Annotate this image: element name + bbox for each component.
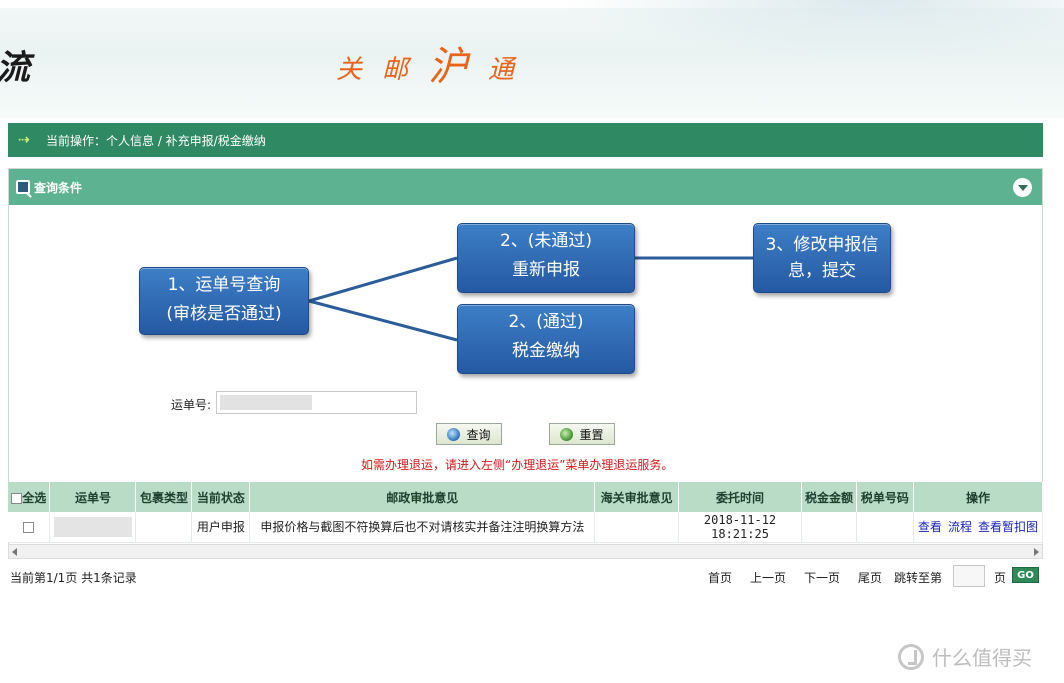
flow-step-2-rejected: 2、(未通过) 重新申报 <box>457 223 635 293</box>
flow-step-1-line1: 1、运单号查询 <box>167 275 281 295</box>
cell-actions: 查看 流程 查看暂扣图 <box>913 512 1044 543</box>
jump-to-label: 跳转至第 <box>894 571 943 585</box>
slogan-char: 邮 <box>382 55 409 85</box>
watermark-text: 什么值得买 <box>932 646 1032 670</box>
flow-step-3: 3、修改申报信 息，提交 <box>753 223 891 293</box>
flow-step-2a-line2: 重新申报 <box>512 260 580 280</box>
flow-step-3-line2: 息，提交 <box>788 261 856 281</box>
slogan-char: 关 <box>336 55 363 85</box>
query-panel-title: 查询条件 <box>34 180 83 195</box>
flow-step-3-line1: 3、修改申报信 <box>765 235 879 255</box>
col-actions: 操作 <box>913 482 1044 512</box>
cell-entrust-time: 2018-11-12 18:21:25 <box>678 512 802 543</box>
col-status: 当前状态 <box>191 482 251 512</box>
col-entrust-time: 委托时间 <box>678 482 802 512</box>
redacted-value <box>220 395 312 410</box>
query-button-label: 查询 <box>466 427 491 442</box>
brand-slogan: 关邮沪通 <box>336 32 534 90</box>
refresh-icon <box>560 427 574 441</box>
next-page-link[interactable]: 下一页 <box>804 569 840 586</box>
reset-button[interactable]: 重置 <box>549 423 615 445</box>
row-select[interactable] <box>8 512 51 543</box>
cell-waybill <box>49 512 137 543</box>
go-button[interactable]: GO <box>1012 567 1039 583</box>
return-notice: 如需办理退运，请进入左侧“办理退运”菜单办理退运服务。 <box>361 458 674 472</box>
search-doc-icon <box>16 180 30 194</box>
page-number-input[interactable] <box>953 565 985 587</box>
banner-decoration <box>560 0 1064 60</box>
col-tax-no: 税单号码 <box>856 482 914 512</box>
prev-page-link[interactable]: 上一页 <box>750 569 786 586</box>
flow-step-2a-line1: 2、(未通过) <box>499 231 593 251</box>
last-page-link[interactable]: 尾页 <box>858 569 882 586</box>
flow-step-2-approved: 2、(通过) 税金缴纳 <box>457 304 635 374</box>
page-unit-label: 页 <box>994 571 1007 585</box>
collapse-toggle-icon[interactable] <box>1013 178 1032 197</box>
view-link[interactable]: 查看 <box>918 520 942 534</box>
horizontal-scrollbar[interactable] <box>8 544 1043 559</box>
col-postal-opinion: 邮政审批意见 <box>249 482 596 512</box>
col-tax-amount: 税金金额 <box>801 482 857 512</box>
scroll-right-icon[interactable] <box>1034 548 1039 556</box>
site-watermark: 什么值得买 <box>898 642 1032 671</box>
select-all-header[interactable]: 全选 <box>8 482 51 512</box>
brand-logo-fragment: 流 <box>0 40 30 89</box>
breadcrumb-text: 当前操作：个人信息 / 补充申报/税金缴纳 <box>46 133 266 148</box>
flow-link[interactable]: 流程 <box>948 520 972 534</box>
page-info: 当前第1/1页 共1条记录 <box>10 571 137 585</box>
flow-step-2b-line1: 2、(通过) <box>508 312 584 332</box>
waybill-input[interactable] <box>216 391 417 414</box>
slogan-char: 通 <box>488 55 515 85</box>
first-page-link[interactable]: 首页 <box>708 569 732 586</box>
breadcrumb: ⇢ 当前操作：个人信息 / 补充申报/税金缴纳 <box>8 123 1043 157</box>
col-parcel-type: 包裹类型 <box>135 482 193 512</box>
cell-tax-amount <box>801 512 857 543</box>
slogan-char: 沪 <box>428 44 469 90</box>
reset-button-label: 重置 <box>579 427 604 442</box>
cell-status: 用户申报 <box>191 512 251 543</box>
table-header-row: 全选 运单号 包裹类型 当前状态 邮政审批意见 海关审批意见 委托时间 税金金额… <box>8 482 1044 512</box>
cell-tax-no <box>856 512 914 543</box>
select-all-label: 全选 <box>22 490 47 505</box>
arrow-right-icon: ⇢ <box>18 132 30 148</box>
header-banner: 流 关邮沪通 <box>0 0 1064 118</box>
watermark-logo-icon <box>898 643 924 670</box>
waybill-label: 运单号: <box>171 398 212 412</box>
query-panel-header: 查询条件 <box>9 169 1042 205</box>
detain-image-link[interactable]: 查看暂扣图 <box>978 520 1038 534</box>
redacted-value <box>53 516 132 537</box>
row-checkbox[interactable] <box>23 521 35 533</box>
cell-parcel-type <box>135 512 193 543</box>
col-waybill: 运单号 <box>49 482 137 512</box>
search-icon <box>447 427 461 441</box>
cell-customs-opinion <box>594 512 680 543</box>
col-customs-opinion: 海关审批意见 <box>594 482 680 512</box>
query-button[interactable]: 查询 <box>436 423 502 445</box>
results-table: 全选 运单号 包裹类型 当前状态 邮政审批意见 海关审批意见 委托时间 税金金额… <box>8 482 1044 543</box>
flow-step-1: 1、运单号查询 (审核是否通过) <box>139 267 309 335</box>
flow-step-2b-line2: 税金缴纳 <box>512 341 580 361</box>
scroll-left-icon[interactable] <box>12 548 17 556</box>
select-all-checkbox[interactable] <box>11 492 23 504</box>
cell-postal-opinion: 申报价格与截图不符换算后也不对请核实并备注注明换算方法 <box>249 512 596 543</box>
flow-step-1-line2: (审核是否通过) <box>166 304 282 324</box>
table-row: 用户申报 申报价格与截图不符换算后也不对请核实并备注注明换算方法 2018-11… <box>8 512 1044 543</box>
